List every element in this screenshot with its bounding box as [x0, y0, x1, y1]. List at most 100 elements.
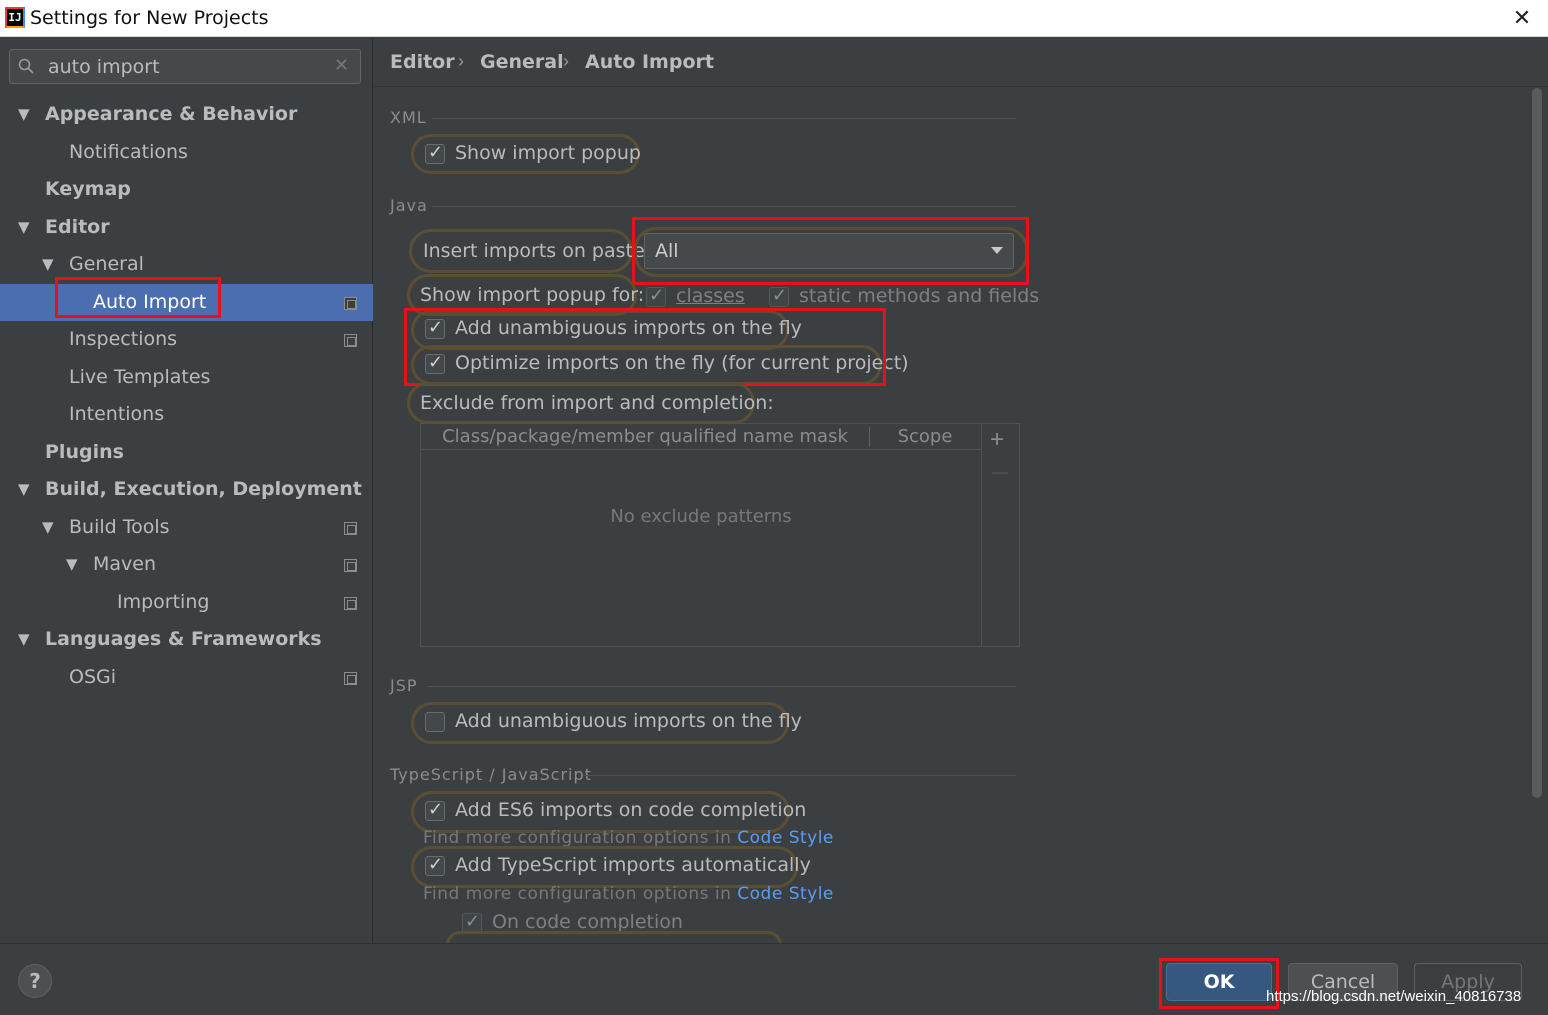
- section-divider: [432, 206, 1016, 207]
- tree-item-label: Inspections: [69, 328, 178, 350]
- section-divider: [584, 775, 1016, 776]
- section-title-xml: XML: [390, 108, 427, 127]
- tree-item-label: Intentions: [69, 403, 165, 425]
- expand-triangle-icon[interactable]: ▼: [18, 96, 30, 133]
- tree-item-label: Live Templates: [69, 365, 211, 388]
- table-toolbar: + —: [981, 424, 1019, 646]
- exclude-label: Exclude from import and completion:: [420, 392, 774, 414]
- project-settings-icon: [344, 521, 357, 535]
- checkbox-label: static methods and fields: [799, 285, 1040, 307]
- search-box[interactable]: ✕: [9, 49, 361, 84]
- tree-item-label: Maven: [93, 553, 157, 575]
- code-style-hint: Find more configuration options in Code …: [423, 828, 834, 848]
- tree-item-label: Importing: [117, 590, 210, 613]
- hint-text: Find more configuration options in: [423, 884, 738, 904]
- vertical-scrollbar[interactable]: [1530, 88, 1544, 943]
- expand-triangle-icon[interactable]: ▼: [18, 209, 30, 246]
- checkbox-checked: [769, 285, 789, 307]
- tree-item-keymap[interactable]: Keymap: [0, 171, 373, 209]
- tree-item-build-execution-deployment[interactable]: ▼ Build, Execution, Deployment: [0, 471, 373, 509]
- tree-item-label: Appearance & Behavior: [45, 103, 298, 125]
- column-header-mask[interactable]: Class/package/member qualified name mask: [421, 424, 869, 450]
- dropdown-arrow-icon: [991, 247, 1003, 254]
- tree-item-label: Languages & Frameworks: [45, 628, 322, 650]
- search-input[interactable]: [48, 54, 328, 80]
- tree-item-inspections[interactable]: Inspections: [0, 321, 373, 359]
- dialog-footer: ? OK Cancel Apply https://blog.csdn.net/…: [0, 943, 1548, 1015]
- ok-button[interactable]: OK: [1166, 963, 1272, 1001]
- expand-triangle-icon[interactable]: ▼: [42, 509, 54, 546]
- checkbox-label: On code completion: [492, 911, 683, 933]
- breadcrumb-editor[interactable]: Editor: [390, 51, 455, 73]
- expand-triangle-icon[interactable]: ▼: [18, 621, 30, 658]
- breadcrumb: Editor › General › Auto Import: [374, 38, 1548, 87]
- tree-item-plugins[interactable]: Plugins: [0, 434, 373, 472]
- checkbox-label: Add ES6 imports on code completion: [455, 799, 807, 821]
- tree-item-notifications[interactable]: Notifications: [0, 134, 373, 172]
- section-divider: [428, 686, 1016, 687]
- tree-item-intentions[interactable]: Intentions: [0, 396, 373, 434]
- checkbox-label: Add unambiguous imports on the fly: [455, 317, 802, 339]
- checkbox-label: Show import popup: [455, 142, 641, 164]
- tree-item-label: Build, Execution, Deployment: [45, 478, 362, 500]
- expand-triangle-icon[interactable]: ▼: [42, 246, 54, 283]
- section-title-jsp: JSP: [390, 676, 418, 695]
- title-bar: IJ Settings for New Projects ✕: [0, 0, 1548, 37]
- checkbox-checked[interactable]: [425, 317, 445, 339]
- tree-item-label: Keymap: [45, 178, 131, 200]
- dropdown-value: All: [655, 240, 679, 262]
- tree-item-importing[interactable]: Importing: [0, 584, 373, 622]
- tree-item-auto-import[interactable]: Auto Import: [0, 283, 373, 321]
- section-title-java: Java: [390, 196, 428, 215]
- hint-text: Find more configuration options in: [423, 828, 738, 848]
- settings-sidebar: ✕ ▼ Appearance & Behavior Notifications …: [0, 38, 373, 943]
- tree-item-maven[interactable]: ▼ Maven: [0, 546, 373, 584]
- chevron-right-icon: ›: [458, 51, 464, 71]
- tree-item-editor[interactable]: ▼ Editor: [0, 209, 373, 247]
- checkbox-checked[interactable]: [425, 799, 445, 821]
- intellij-logo-icon: IJ: [5, 7, 25, 28]
- empty-table-message: No exclude patterns: [610, 506, 792, 527]
- checkbox-label: Optimize imports on the fly (for current…: [455, 352, 909, 374]
- show-popup-for-label: Show import popup for:: [420, 284, 645, 306]
- tree-item-appearance-behavior[interactable]: ▼ Appearance & Behavior: [0, 96, 373, 134]
- scrollbar-thumb[interactable]: [1532, 88, 1542, 798]
- expand-triangle-icon[interactable]: ▼: [66, 546, 78, 583]
- help-icon[interactable]: ?: [18, 964, 52, 998]
- column-header-scope[interactable]: Scope: [870, 424, 980, 450]
- tree-item-live-templates[interactable]: Live Templates: [0, 359, 373, 397]
- project-settings-icon: [344, 596, 357, 610]
- settings-content: Editor › General › Auto Import XML Show …: [374, 38, 1548, 951]
- expand-triangle-icon[interactable]: ▼: [18, 471, 30, 508]
- checkbox-checked[interactable]: [462, 911, 482, 933]
- checkbox-label: classes: [676, 285, 745, 307]
- window-title: Settings for New Projects: [30, 7, 269, 29]
- code-style-link[interactable]: Code Style: [737, 884, 834, 904]
- clear-search-icon[interactable]: ✕: [334, 55, 349, 76]
- add-icon[interactable]: +: [990, 426, 1004, 454]
- code-style-link[interactable]: Code Style: [737, 828, 834, 848]
- checkbox-checked[interactable]: [425, 142, 445, 164]
- tree-item-general[interactable]: ▼ General: [0, 246, 373, 284]
- section-divider: [432, 118, 1016, 119]
- insert-imports-dropdown[interactable]: All: [644, 233, 1014, 269]
- tree-item-label: General: [69, 253, 144, 275]
- remove-icon[interactable]: —: [992, 464, 1008, 482]
- tree-item-label: Build Tools: [69, 515, 170, 538]
- chevron-right-icon: ›: [563, 51, 569, 71]
- exclude-patterns-table[interactable]: Class/package/member qualified name mask…: [420, 423, 1020, 647]
- checkbox-unchecked[interactable]: [425, 712, 445, 732]
- watermark-text: https://blog.csdn.net/weixin_40816738: [1266, 988, 1522, 1005]
- breadcrumb-general[interactable]: General: [480, 51, 564, 73]
- section-title-typescript: TypeScript / JavaScript: [390, 765, 592, 784]
- checkbox-checked[interactable]: [425, 352, 445, 374]
- tree-item-languages-frameworks[interactable]: ▼ Languages & Frameworks: [0, 621, 373, 659]
- checkbox-label: Add unambiguous imports on the fly: [455, 710, 802, 732]
- insert-imports-label: Insert imports on paste:: [423, 240, 652, 262]
- close-icon[interactable]: ✕: [1508, 4, 1536, 32]
- tree-item-build-tools[interactable]: ▼ Build Tools: [0, 509, 373, 547]
- checkbox-checked: [646, 285, 666, 307]
- tree-item-osgi[interactable]: OSGi: [0, 659, 373, 697]
- tree-item-label: OSGi: [69, 665, 117, 688]
- checkbox-checked[interactable]: [425, 854, 445, 876]
